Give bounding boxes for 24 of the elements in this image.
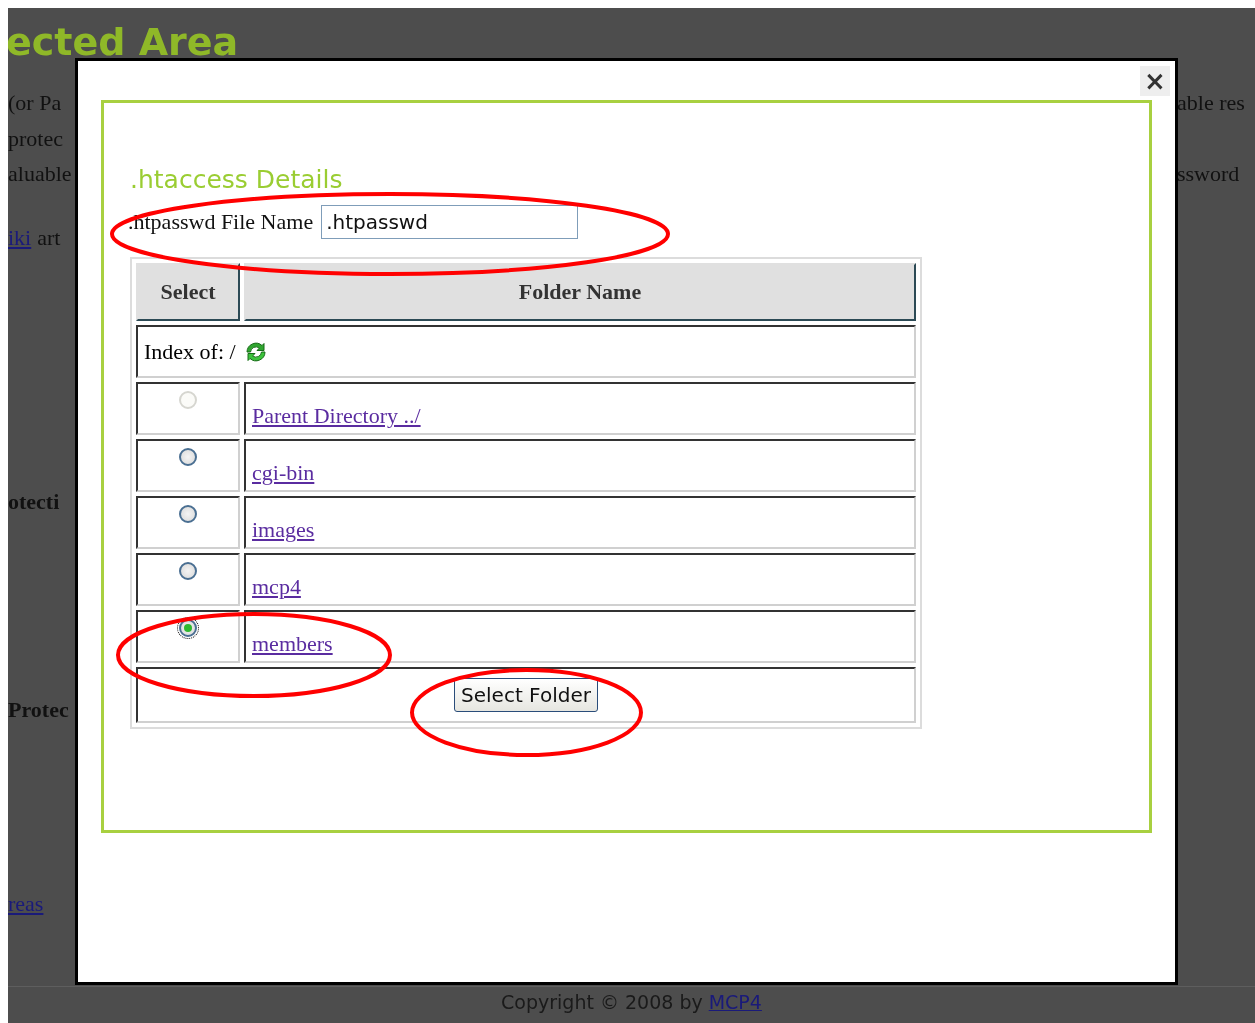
input-field[interactable]: .htpasswd xyxy=(321,205,579,239)
folder-link[interactable]: members xyxy=(252,631,333,657)
folder-link[interactable]: images xyxy=(252,517,315,543)
index-label: Index of: / xyxy=(144,338,236,365)
field-label: .htpasswd File Name xyxy=(128,209,314,235)
body-text: aluable xyxy=(8,161,72,187)
column-header: Select xyxy=(136,263,240,321)
section-heading: otecti xyxy=(8,489,60,515)
body-text: able res xyxy=(1177,90,1245,116)
folder-link[interactable]: cgi-bin xyxy=(252,460,315,486)
folder-link[interactable]: mcp4 xyxy=(252,574,301,600)
select-folder-button[interactable]: Select Folder xyxy=(454,678,598,712)
page-heading: ected Area xyxy=(8,20,240,64)
body-text: (or Pa xyxy=(8,90,62,116)
body-text: protec xyxy=(8,126,63,152)
section-heading: Protec xyxy=(8,697,69,723)
panel-title: .htaccess Details xyxy=(130,165,344,195)
radio-button[interactable] xyxy=(179,504,197,523)
close-button[interactable]: × xyxy=(1140,66,1170,96)
column-header: Folder Name xyxy=(244,263,916,321)
radio-button[interactable] xyxy=(179,561,197,580)
body-text: ssword xyxy=(1177,161,1240,187)
radio-button[interactable] xyxy=(179,447,197,466)
body-text: art xyxy=(37,225,61,251)
